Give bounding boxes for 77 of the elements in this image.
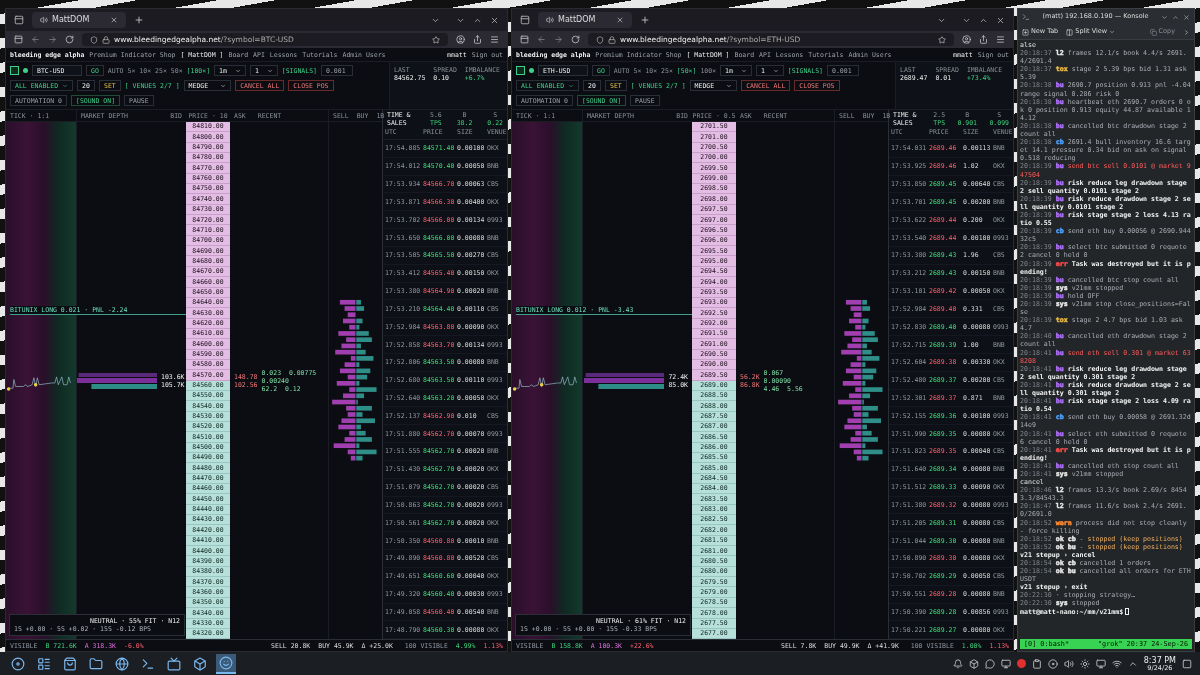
bookmark-icon[interactable] [432,35,440,44]
browser-tab[interactable]: MattDOM [32,12,126,28]
close-window-icon[interactable] [490,15,499,25]
new-tab-icon[interactable] [134,15,144,25]
notification-icon[interactable] [952,658,963,669]
reload-icon[interactable] [571,35,580,44]
terminal-icon [141,656,155,671]
forward-icon[interactable] [554,35,563,44]
account-icon[interactable] [456,35,465,44]
shield-icon [90,35,98,44]
globe-icon [115,656,129,671]
new-tab-icon [1022,28,1029,36]
share-icon[interactable] [473,35,482,44]
speaker-icon [546,16,554,24]
clipboard-icon[interactable] [1031,658,1042,669]
bag-icon [63,656,77,671]
browser-tab[interactable]: MattDOM [538,12,632,28]
caret-icon [772,67,779,74]
live-toggle[interactable] [10,66,19,75]
tv-icon [167,656,181,671]
live-toggle[interactable] [516,66,525,75]
record-icon[interactable] [1016,659,1026,668]
caret-icon [740,67,747,74]
launcher-icon [11,656,25,671]
task-list-icon [37,656,51,671]
lock-icon [102,35,110,44]
share-icon[interactable] [979,35,988,44]
caret-icon [62,82,69,89]
close-window-icon[interactable] [996,15,1005,25]
taskbar-app[interactable] [216,653,236,674]
tab-list-icon[interactable] [520,15,530,25]
chat-icon[interactable] [984,658,995,669]
clock-time: 8:37 PM [1143,655,1176,665]
caret-icon [726,82,733,89]
media-icon[interactable] [1047,658,1058,669]
new-tab-icon[interactable] [640,15,650,25]
close-tab-icon[interactable] [616,16,624,24]
account-icon[interactable] [962,35,971,44]
caret-icon [234,67,241,74]
tab-list-icon[interactable] [14,15,24,25]
sidebar-icon[interactable] [14,35,23,44]
speaker-icon [40,16,48,24]
tray-cube-icon[interactable] [968,658,979,669]
back-icon[interactable] [31,35,40,44]
display-icon[interactable] [1000,658,1011,669]
sidebar-icon[interactable] [520,35,529,44]
cursor-icon [1125,608,1130,616]
show-desktop-icon[interactable] [1182,658,1192,669]
smiley-icon [219,655,233,670]
caret-icon [568,82,575,89]
reload-icon[interactable] [65,35,74,44]
maximize-icon[interactable] [1172,13,1179,21]
network-icon[interactable] [1111,658,1122,669]
tab-title: MattDOM [52,14,91,26]
menu-icon[interactable] [490,35,499,44]
lock-icon [608,35,616,44]
tab-title: MattDOM [558,14,597,26]
close-tab-icon[interactable] [110,16,118,24]
back-icon[interactable] [537,35,546,44]
folder-icon [89,656,103,671]
cube-icon [193,656,207,671]
columns-icon [1066,28,1074,36]
bookmark-icon[interactable] [938,35,946,44]
brightness-icon[interactable] [1079,658,1090,669]
caret-icon [266,67,273,74]
minimize-icon[interactable] [1161,13,1168,21]
caret-icon [220,82,227,89]
forward-icon[interactable] [48,35,57,44]
menu-icon[interactable] [996,35,1005,44]
screen-icon[interactable] [1095,658,1106,669]
shield-icon [596,35,604,44]
caret-icon [1109,29,1116,35]
close-window-icon[interactable] [1183,13,1190,21]
terminal-icon [1022,13,1030,21]
volume-icon[interactable] [1063,658,1074,669]
more-icon[interactable] [1183,28,1190,36]
copy-icon [1149,28,1157,36]
